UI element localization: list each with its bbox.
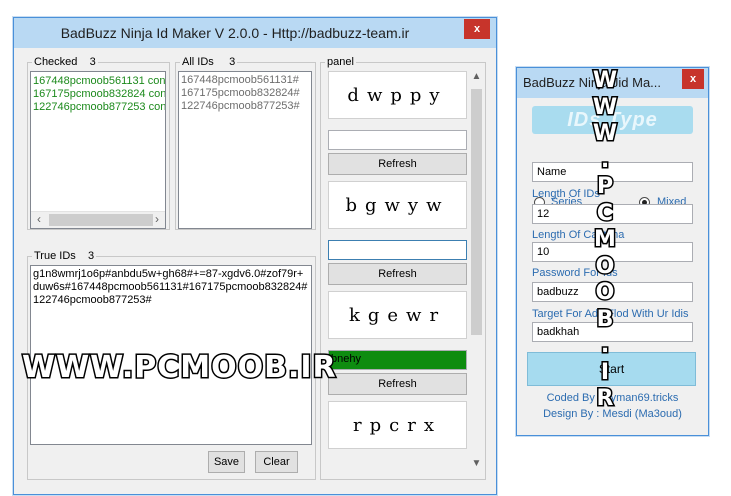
main-window-title: BadBuzz Ninja Id Maker V 2.0.0 - Http://… — [60, 25, 410, 41]
true-ids-legend-label: True IDs — [34, 250, 76, 262]
scroll-thumb[interactable] — [471, 89, 482, 335]
save-button[interactable]: Save — [208, 451, 245, 473]
checked-hscrollbar[interactable]: ‹ › — [31, 211, 165, 228]
refresh-button[interactable]: Refresh — [328, 263, 467, 285]
list-item[interactable]: 167175pcmoob832824 con — [31, 88, 165, 101]
true-ids-count: 3 — [88, 250, 95, 262]
captcha-input[interactable] — [328, 130, 467, 150]
list-item[interactable]: 122746pcmoob877253 con — [31, 101, 165, 114]
all-ids-group: All IDs 3 167448pcmoob561131# 167175pcmo… — [175, 56, 316, 230]
scroll-thumb[interactable] — [49, 214, 153, 226]
captcha-image: dwppy — [328, 71, 467, 119]
captcha-image: kgewr — [328, 291, 467, 339]
watermark-horizontal: WWW.PCMOOB.IR — [21, 349, 338, 387]
refresh-button[interactable]: Refresh — [328, 153, 467, 175]
all-ids-list[interactable]: 167448pcmoob561131# 167175pcmoob832824# … — [178, 71, 312, 229]
checked-legend-label: Checked — [34, 56, 78, 68]
main-close-button[interactable]: x — [464, 19, 490, 39]
all-ids-legend-label: All IDs — [182, 56, 214, 68]
true-ids-legend: True IDs 3 — [32, 250, 96, 262]
captcha-input[interactable] — [328, 240, 467, 260]
captcha-image: rpcrx — [328, 401, 467, 449]
checked-list[interactable]: 167448pcmoob561131 con 167175pcmoob83282… — [30, 71, 166, 229]
list-item[interactable]: 122746pcmoob877253# — [179, 100, 311, 113]
clear-button[interactable]: Clear — [255, 451, 298, 473]
watermark-letter: . — [599, 332, 610, 360]
checked-group: Checked 3 167448pcmoob561131 con 167175p… — [27, 56, 170, 230]
watermark-letter: C — [595, 199, 614, 227]
list-item[interactable]: 167448pcmoob561131 con — [31, 75, 165, 88]
watermark-letter: M — [593, 226, 618, 254]
watermark-letter: B — [595, 305, 615, 333]
list-item[interactable]: 167448pcmoob561131# — [179, 74, 311, 87]
scroll-left-icon[interactable]: ‹ — [31, 212, 47, 228]
main-frame: Checked 3 167448pcmoob561131 con 167175p… — [22, 48, 488, 486]
scroll-up-icon[interactable]: ▲ — [468, 71, 485, 87]
checked-legend: Checked 3 — [32, 56, 98, 68]
watermark-letter: O — [594, 252, 616, 280]
watermark-letter: . — [599, 146, 610, 174]
captcha-image: bgwyw — [328, 181, 467, 229]
checked-count: 3 — [89, 56, 96, 68]
main-titlebar[interactable]: BadBuzz Ninja Id Maker V 2.0.0 - Http://… — [14, 18, 496, 48]
watermark-vertical: W W W . P C M O O B . I R — [590, 67, 620, 413]
watermark-letter: P — [595, 173, 614, 201]
side-close-button[interactable]: x — [682, 69, 704, 89]
watermark-letter: O — [594, 279, 616, 307]
captcha-input[interactable]: bnehy — [328, 350, 467, 370]
scroll-down-icon[interactable]: ▼ — [468, 458, 485, 474]
list-item[interactable]: 167175pcmoob832824# — [179, 87, 311, 100]
watermark-letter: W — [591, 67, 618, 95]
captcha-panel-group: panel dwppy Refresh bgwyw Refresh kgewr … — [320, 56, 486, 480]
watermark-letter: W — [591, 93, 618, 121]
all-ids-legend: All IDs 3 — [180, 56, 237, 68]
all-ids-count: 3 — [229, 56, 236, 68]
main-window: BadBuzz Ninja Id Maker V 2.0.0 - Http://… — [13, 17, 497, 495]
refresh-button[interactable]: Refresh — [328, 373, 467, 395]
captcha-panel-viewport: dwppy Refresh bgwyw Refresh kgewr bnehy … — [321, 71, 485, 474]
scroll-right-icon[interactable]: › — [149, 212, 165, 228]
watermark-letter: R — [595, 385, 615, 413]
panel-vscrollbar[interactable]: ▲ ▼ — [468, 71, 485, 474]
watermark-letter: I — [599, 358, 610, 386]
watermark-letter: W — [591, 120, 618, 148]
panel-legend: panel — [327, 56, 354, 68]
